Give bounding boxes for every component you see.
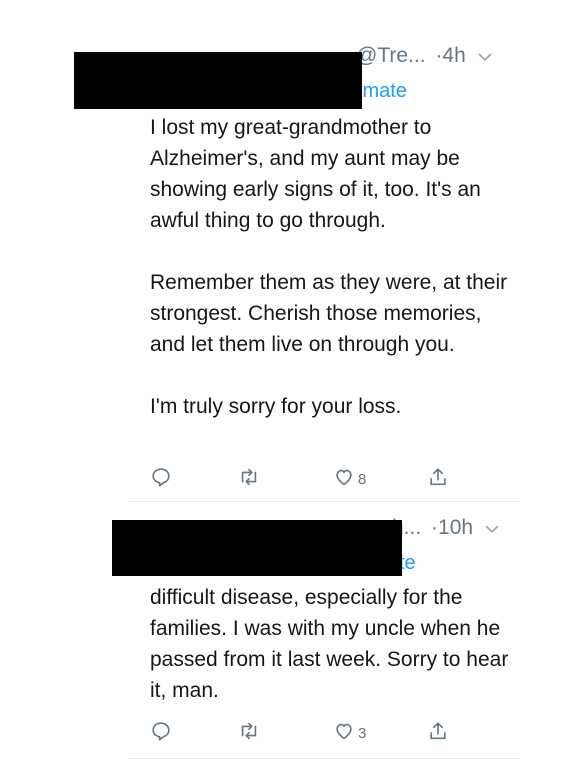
tweet-2-time[interactable]: ·10h — [431, 516, 473, 539]
tweet-1-reply-context[interactable]: imate — [358, 80, 407, 103]
tweet-1-reply-fragment[interactable]: imate — [358, 80, 407, 102]
retweet-button[interactable] — [238, 720, 260, 746]
reply-icon — [150, 466, 172, 493]
share-button[interactable] — [427, 466, 449, 492]
tweet-2-actions: 3 — [150, 720, 450, 746]
tweet-1-actions: 8 — [150, 466, 450, 492]
tweet-2-header: h... ·10h — [392, 516, 499, 540]
tweet-1-time[interactable]: ·4h — [435, 44, 465, 67]
like-count: 8 — [358, 470, 367, 488]
chevron-down-icon[interactable] — [478, 44, 492, 68]
tweet-2[interactable]: h... ·10h te difficult disease, especial… — [0, 502, 564, 762]
like-button[interactable]: 3 — [333, 720, 366, 746]
retweet-icon — [238, 720, 260, 747]
tweet-divider — [128, 758, 520, 759]
share-icon — [427, 466, 449, 493]
tweet-1-header: @Tre... ·4h — [356, 44, 492, 68]
reply-button[interactable] — [150, 466, 172, 492]
like-button[interactable]: 8 — [333, 466, 366, 492]
redaction-box — [74, 52, 362, 109]
tweet-1-handle[interactable]: @Tre... — [356, 44, 426, 67]
heart-icon — [333, 720, 355, 747]
tweet-1-body: I lost my great-grandmother to Alzheimer… — [150, 112, 520, 422]
tweet-1-paragraph: I'm truly sorry for your loss. — [150, 395, 402, 418]
share-button[interactable] — [427, 720, 449, 746]
reply-button[interactable] — [150, 720, 172, 746]
redaction-box — [112, 520, 402, 576]
share-icon — [427, 720, 449, 747]
tweet-1-paragraph: I lost my great-grandmother to Alzheimer… — [150, 116, 481, 232]
tweet-2-paragraph: difficult disease, especially for the fa… — [150, 586, 509, 702]
retweet-button[interactable] — [238, 466, 260, 492]
tweet-2-body: difficult disease, especially for the fa… — [150, 582, 520, 706]
tweet-1-paragraph: Remember them as they were, at their str… — [150, 271, 508, 356]
reply-icon — [150, 720, 172, 747]
like-count: 3 — [358, 724, 367, 742]
retweet-icon — [238, 466, 260, 493]
tweet-1[interactable]: @Tre... ·4h imate I lost my great-grandm… — [0, 0, 564, 500]
heart-icon — [333, 466, 355, 493]
chevron-down-icon[interactable] — [485, 516, 499, 540]
